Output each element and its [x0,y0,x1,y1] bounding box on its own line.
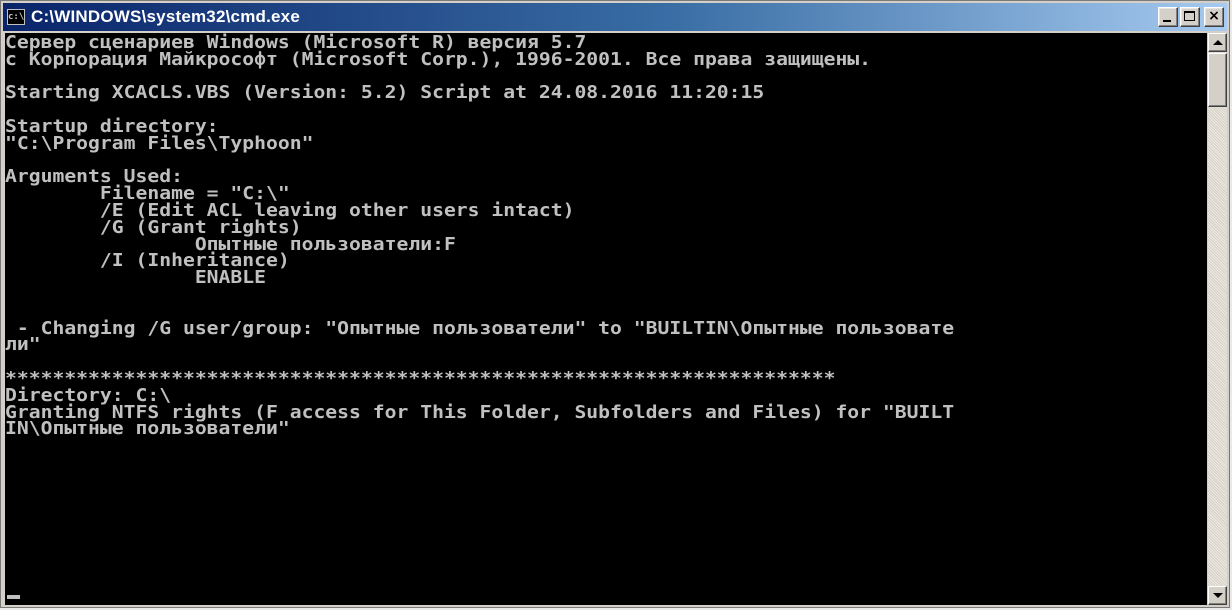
console-line: c Корпорация Майкрософт (Microsoft Corp.… [5,49,872,70]
console-icon[interactable]: c:\ [7,9,25,25]
maximize-icon [1184,11,1195,21]
console-line: Starting XCACLS.VBS (Version: 5.2) Scrip… [5,83,765,104]
title-bar[interactable]: c:\ C:\WINDOWS\system32\cmd.exe × [3,3,1227,31]
console-text: Сервер сценариев Windows (Microsoft R) в… [5,33,1207,438]
vertical-scrollbar[interactable] [1208,33,1227,605]
arrow-down-icon [1213,593,1223,598]
console-line: - Changing /G user/group: "Опытные польз… [5,318,955,339]
minimize-icon [1163,20,1171,22]
text-cursor [7,595,20,599]
scroll-thumb[interactable] [1208,53,1227,107]
window-controls: × [1158,7,1224,27]
scroll-up-button[interactable] [1208,33,1227,52]
close-icon: × [1208,8,1220,24]
window-title: C:\WINDOWS\system32\cmd.exe [31,7,300,26]
console-line: "C:\Program Files\Typhoon" [5,133,314,154]
close-button[interactable]: × [1204,7,1224,27]
console-line: ****************************************… [5,368,836,389]
maximize-button[interactable] [1180,7,1200,27]
console-line: ли" [5,335,41,356]
console-line: ENABLE [5,268,267,289]
minimize-button[interactable] [1158,7,1178,27]
console-window: c:\ C:\WINDOWS\system32\cmd.exe × Сервер… [0,0,1230,608]
scroll-down-button[interactable] [1208,586,1227,605]
console-output[interactable]: Сервер сценариев Windows (Microsoft R) в… [5,33,1207,605]
arrow-up-icon [1213,40,1223,45]
console-line: IN\Опытные пользователи" [5,419,290,440]
console-line: Directory: C:\ [5,385,172,406]
